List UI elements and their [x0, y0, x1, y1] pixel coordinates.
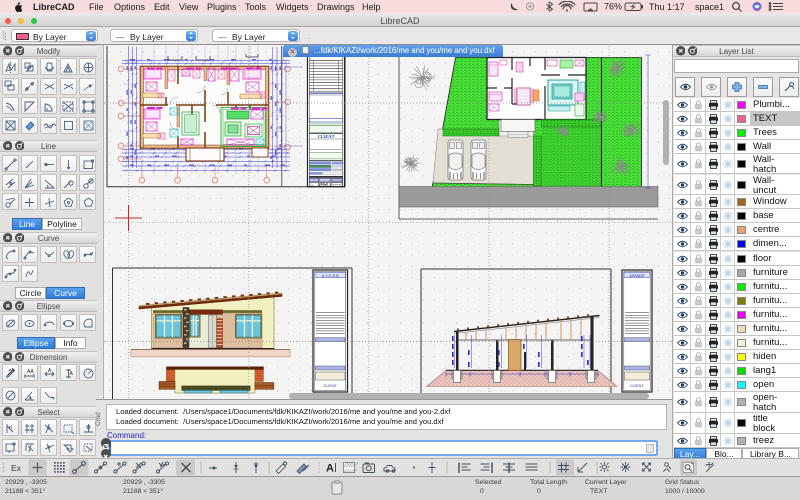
svg-text:AA: AA [27, 369, 34, 375]
svg-text:a: a [29, 395, 32, 400]
svg-text:Ex: Ex [11, 463, 22, 473]
svg-text:CLIENT: CLIENT [323, 384, 337, 388]
svg-text:APANDE: APANDE [629, 274, 645, 278]
svg-text:A: A [70, 371, 74, 377]
svg-text:F№0: F№0 [321, 183, 329, 187]
svg-text:CLIENT: CLIENT [630, 384, 644, 388]
svg-text:76%: 76% [604, 2, 622, 12]
svg-text:n: n [9, 425, 12, 431]
svg-text:A.Y.O.S.B: A.Y.O.S.B [322, 274, 339, 278]
svg-text:A: A [326, 463, 334, 475]
svg-text:CLIENT: CLIENT [318, 134, 335, 139]
svg-text:A: A [48, 368, 52, 374]
